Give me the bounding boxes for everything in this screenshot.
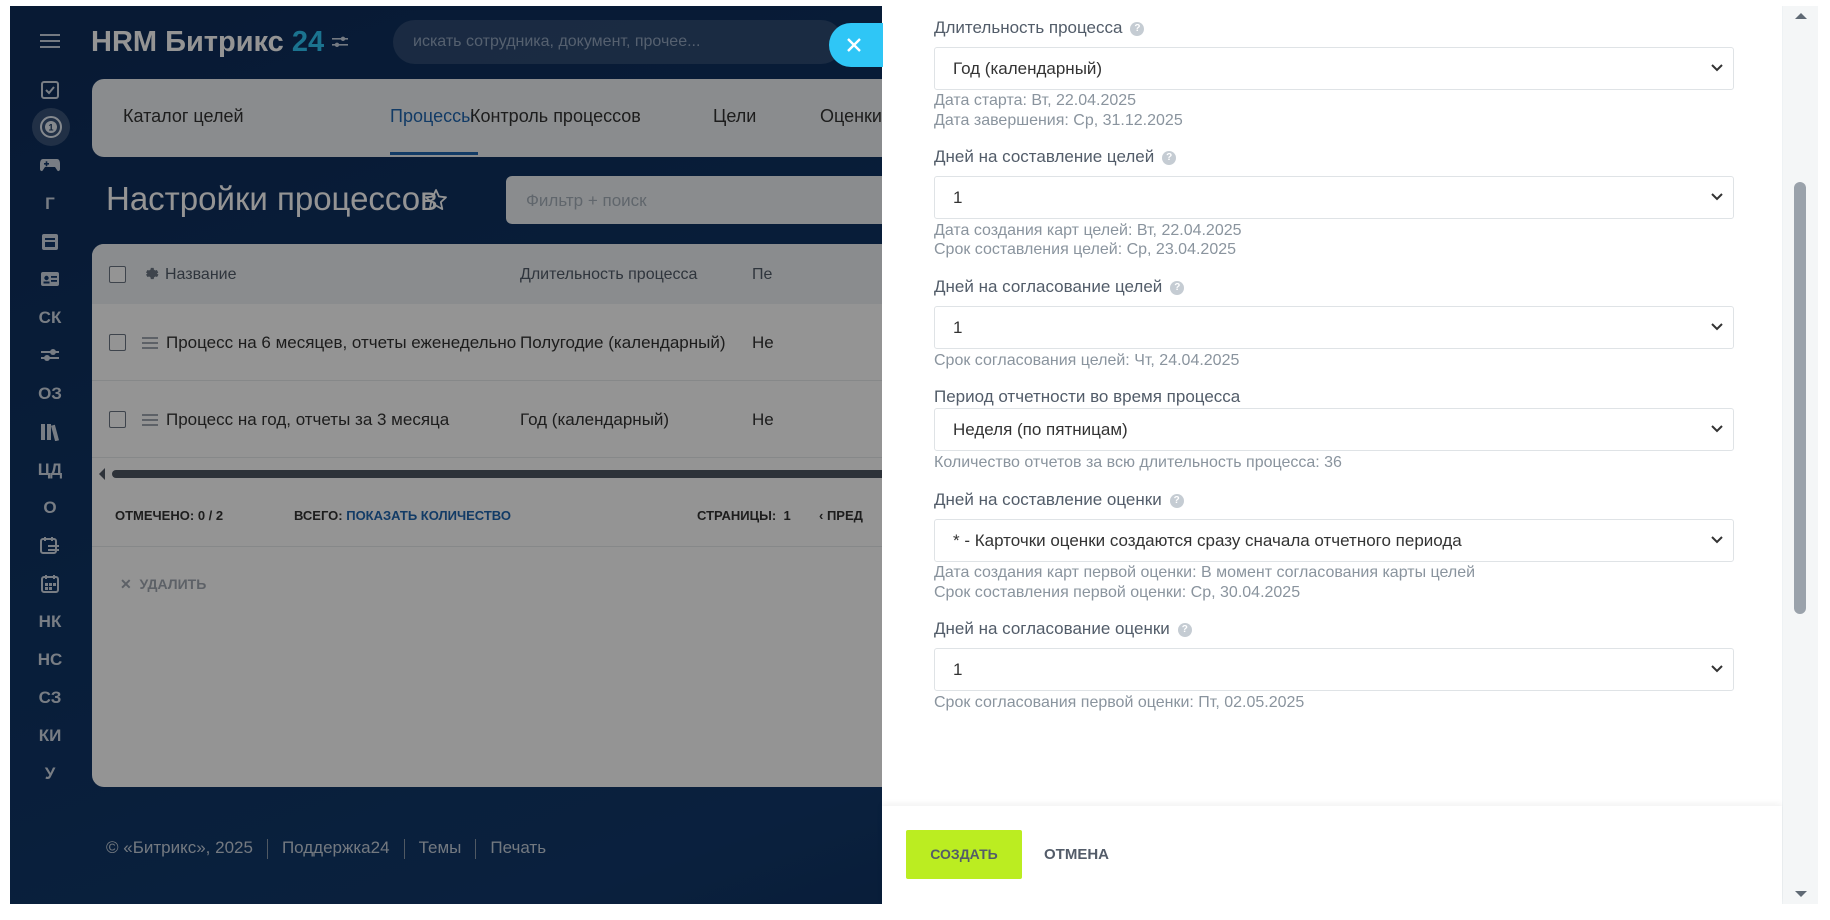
goals-days-select[interactable]: 1 xyxy=(934,176,1734,219)
approve-deadline: Срок согласования целей: Чт, 24.04.2025 xyxy=(934,352,1240,369)
approve-days-label: Дней на согласование целей? xyxy=(934,277,1185,297)
eval-days-select[interactable]: * - Карточки оценки создаются сразу снач… xyxy=(934,519,1734,562)
chevron-down-icon xyxy=(1711,323,1723,331)
process-settings-panel: Длительность процесса? Год (календарный)… xyxy=(882,6,1818,904)
eval-deadline: Срок составления первой оценки: Ср, 30.0… xyxy=(934,584,1301,601)
chevron-down-icon xyxy=(1711,536,1723,544)
help-icon[interactable]: ? xyxy=(1130,22,1145,36)
help-icon[interactable]: ? xyxy=(1170,281,1185,295)
close-panel-button[interactable] xyxy=(829,23,883,67)
panel-footer: СОЗДАТЬ ОТМЕНА xyxy=(882,806,1782,904)
chevron-down-icon xyxy=(1711,193,1723,201)
scroll-down-icon[interactable] xyxy=(1795,890,1807,898)
duration-label: Длительность процесса? xyxy=(934,18,1145,38)
scroll-up-icon[interactable] xyxy=(1795,12,1807,20)
panel-scrollbar-thumb[interactable] xyxy=(1794,182,1806,614)
panel-form: Длительность процесса? Год (календарный)… xyxy=(882,6,1782,806)
approve-days-select[interactable]: 1 xyxy=(934,306,1734,349)
close-icon xyxy=(847,38,861,52)
goal-cards-date: Дата создания карт целей: Вт, 22.04.2025 xyxy=(934,222,1242,239)
eval-approve-label: Дней на согласование оценки? xyxy=(934,619,1192,639)
cancel-button[interactable]: ОТМЕНА xyxy=(1044,830,1109,879)
report-period-select[interactable]: Неделя (по пятницам) xyxy=(934,408,1734,451)
app-window: 1 Г СК ОЗ ЦД О НК НС СЗ КИ У HRM Битрикс… xyxy=(10,6,1818,904)
eval-cards-date: Дата создания карт первой оценки: В моме… xyxy=(934,564,1476,581)
eval-approve-deadline: Срок согласования первой оценки: Пт, 02.… xyxy=(934,694,1305,711)
help-icon[interactable]: ? xyxy=(1162,151,1177,165)
chevron-down-icon xyxy=(1711,64,1723,72)
chevron-down-icon xyxy=(1711,665,1723,673)
eval-approve-select[interactable]: 1 xyxy=(934,648,1734,691)
chevron-down-icon xyxy=(1711,425,1723,433)
help-icon[interactable]: ? xyxy=(1169,494,1184,508)
reports-count: Количество отчетов за всю длительность п… xyxy=(934,454,1342,471)
help-icon[interactable]: ? xyxy=(1177,623,1192,637)
start-date: Дата старта: Вт, 22.04.2025 xyxy=(934,92,1137,109)
end-date: Дата завершения: Ср, 31.12.2025 xyxy=(934,112,1183,129)
create-button[interactable]: СОЗДАТЬ xyxy=(906,830,1022,879)
goals-deadline: Срок составления целей: Ср, 23.04.2025 xyxy=(934,241,1237,258)
duration-select[interactable]: Год (календарный) xyxy=(934,47,1734,90)
report-period-label: Период отчетности во время процесса xyxy=(934,387,1241,406)
eval-days-label: Дней на составление оценки? xyxy=(934,490,1184,510)
goals-days-label: Дней на составление целей? xyxy=(934,147,1177,167)
